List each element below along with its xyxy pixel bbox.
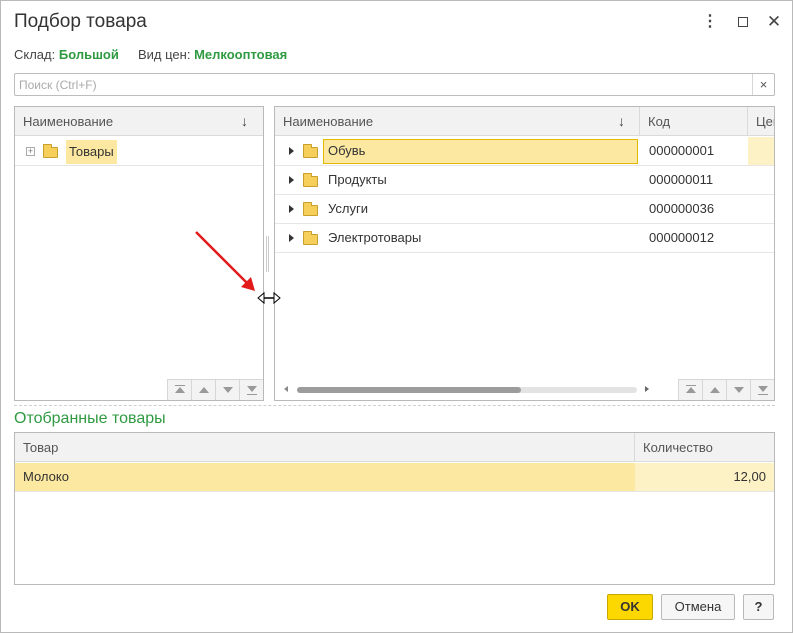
- more-actions-icon[interactable]: ⋮: [701, 13, 719, 31]
- tree-header-name[interactable]: Наименование: [15, 107, 263, 136]
- move-to-top-icon[interactable]: [167, 379, 191, 400]
- list-header-code[interactable]: Код: [640, 107, 748, 136]
- price-type-param: Вид цен: Мелкооптовая: [138, 47, 287, 62]
- horizontal-scrollbar[interactable]: [275, 379, 675, 400]
- expand-arrow-icon[interactable]: [289, 176, 294, 184]
- expand-plus-icon[interactable]: +: [26, 147, 35, 156]
- scroll-right-icon[interactable]: [645, 386, 649, 392]
- tree-item-label: Товары: [66, 140, 117, 164]
- product-list-panel: Наименование ↓ Код Цена Обувь 000000001 …: [274, 106, 775, 401]
- scroll-left-icon[interactable]: [284, 386, 288, 392]
- tree-nav-buttons: [167, 379, 263, 400]
- help-button[interactable]: ?: [743, 594, 774, 620]
- list-row-code: 000000012: [649, 230, 715, 245]
- list-row[interactable]: Услуги 000000036: [275, 195, 774, 224]
- selected-cell-highlight: [323, 139, 638, 164]
- sort-down-icon[interactable]: ↓: [241, 107, 248, 136]
- list-nav-buttons: [678, 379, 774, 400]
- list-row-code: 000000036: [649, 201, 715, 216]
- pick-products-dialog: Подбор товара ⋮ ✕ Склад: Большой Вид цен…: [0, 0, 793, 633]
- tree-header: Наименование ↓: [15, 107, 263, 136]
- close-icon[interactable]: ✕: [765, 13, 783, 31]
- clear-search-icon[interactable]: ×: [752, 74, 774, 95]
- price-cell: [748, 137, 774, 165]
- dialog-title: Подбор товара: [14, 11, 147, 32]
- folder-icon: [43, 144, 58, 158]
- list-row-name: Электротовары: [328, 230, 422, 245]
- move-up-icon[interactable]: [191, 379, 215, 400]
- expand-arrow-icon[interactable]: [289, 147, 294, 155]
- list-row[interactable]: Продукты 000000011: [275, 166, 774, 195]
- list-row-name: Обувь: [328, 143, 366, 158]
- list-header: Наименование ↓ Код Цена: [275, 107, 774, 136]
- selected-header: Товар Количество: [15, 433, 774, 462]
- selected-header-product[interactable]: Товар: [15, 433, 635, 462]
- list-header-name[interactable]: Наименование: [275, 107, 640, 136]
- price-type-value[interactable]: Мелкооптовая: [194, 47, 287, 62]
- annotation-arrow-icon: [195, 231, 255, 291]
- ok-button[interactable]: OK: [607, 594, 653, 620]
- scroll-track[interactable]: [297, 387, 637, 393]
- selected-header-quantity[interactable]: Количество: [635, 433, 774, 462]
- maximize-icon[interactable]: [734, 13, 752, 31]
- expand-arrow-icon[interactable]: [289, 205, 294, 213]
- price-type-label: Вид цен:: [138, 47, 191, 62]
- warehouse-param: Склад: Большой: [14, 47, 119, 62]
- folder-icon: [303, 173, 318, 187]
- list-row-code: 000000001: [649, 143, 715, 158]
- move-to-bottom-icon[interactable]: [239, 379, 263, 400]
- scroll-thumb[interactable]: [297, 387, 522, 393]
- selected-products-table: Товар Количество Молоко 12,00: [14, 432, 775, 585]
- list-row[interactable]: Обувь 000000001: [275, 137, 774, 166]
- cancel-button[interactable]: Отмена: [661, 594, 735, 620]
- folder-icon: [303, 144, 318, 158]
- move-up-icon[interactable]: [702, 379, 726, 400]
- expand-arrow-icon[interactable]: [289, 234, 294, 242]
- selected-row[interactable]: Молоко 12,00: [15, 463, 774, 492]
- folder-icon: [303, 231, 318, 245]
- list-row-name: Услуги: [328, 201, 368, 216]
- move-down-icon[interactable]: [215, 379, 239, 400]
- resize-cursor-icon: [257, 291, 281, 305]
- selected-row-product: Молоко: [23, 469, 69, 484]
- warehouse-label: Склад:: [14, 47, 56, 62]
- section-divider: [14, 405, 775, 406]
- move-down-icon[interactable]: [726, 379, 750, 400]
- move-to-bottom-icon[interactable]: [750, 379, 774, 400]
- list-row-code: 000000011: [649, 172, 714, 187]
- selected-row-quantity: 12,00: [733, 469, 766, 484]
- search-input[interactable]: [15, 74, 752, 95]
- list-row[interactable]: Электротовары 000000012: [275, 224, 774, 253]
- warehouse-value[interactable]: Большой: [59, 47, 119, 62]
- sort-down-icon[interactable]: ↓: [618, 107, 625, 136]
- selected-products-title: Отобранные товары: [14, 410, 166, 427]
- panel-splitter[interactable]: [266, 236, 269, 272]
- folder-icon: [303, 202, 318, 216]
- move-to-top-icon[interactable]: [678, 379, 702, 400]
- list-header-price[interactable]: Цена: [748, 107, 774, 136]
- search-box: ×: [14, 73, 775, 96]
- tree-item[interactable]: + Товары: [15, 137, 263, 166]
- list-row-name: Продукты: [328, 172, 387, 187]
